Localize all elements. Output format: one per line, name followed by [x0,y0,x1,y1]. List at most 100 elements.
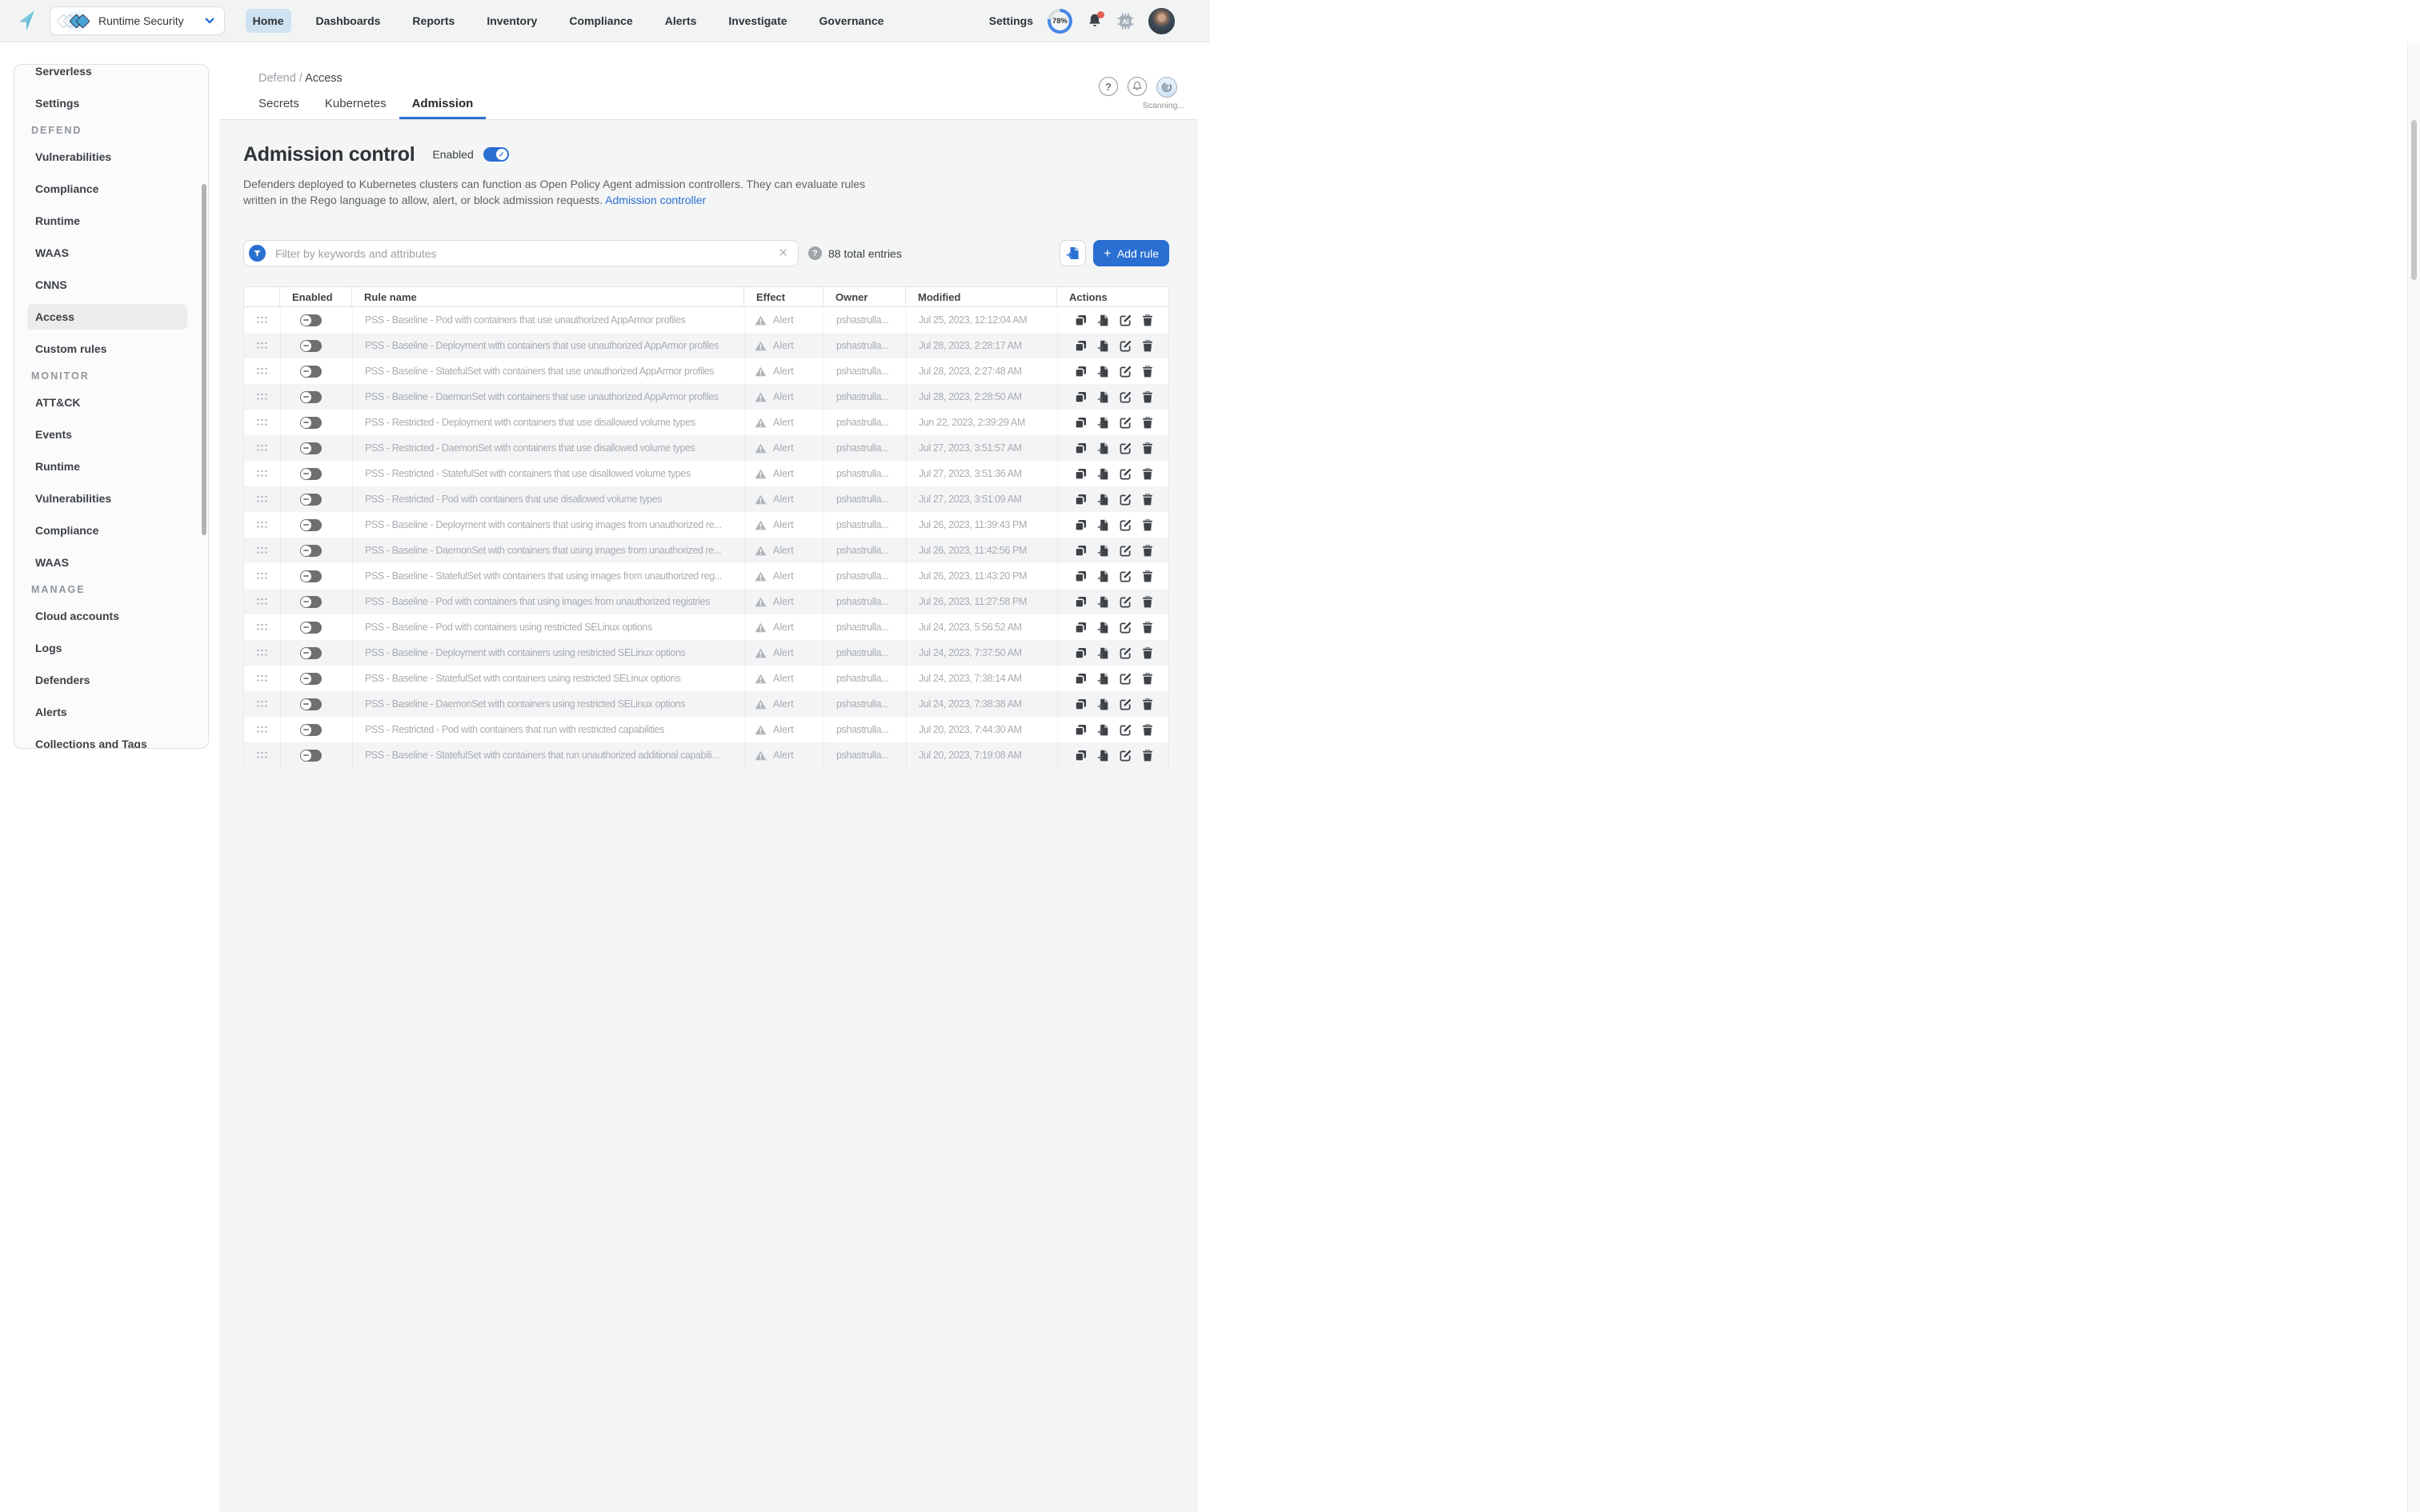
delete-rule-icon[interactable] [1142,519,1153,531]
row-drag-handle[interactable] [244,307,281,333]
sidebar-item-runtime[interactable]: Runtime [14,205,208,237]
delete-rule-icon[interactable] [1142,596,1153,608]
sidebar-item-access[interactable]: Access [14,301,208,333]
rule-enabled-toggle[interactable] [300,622,322,634]
edit-rule-icon[interactable] [1120,647,1132,659]
rule-enabled-toggle[interactable] [300,314,322,326]
delete-rule-icon[interactable] [1142,673,1153,685]
nav-item-inventory[interactable]: Inventory [479,9,544,33]
sidebar-item-settings[interactable]: Settings [14,87,208,119]
nav-item-reports[interactable]: Reports [405,9,462,33]
delete-rule-icon[interactable] [1142,314,1153,326]
sidebar-item-vulnerabilities[interactable]: Vulnerabilities [14,482,208,514]
sidebar-scrollbar[interactable] [202,184,206,535]
sidebar-item-att-ck[interactable]: ATT&CK [14,386,208,418]
export-rule-icon[interactable] [1097,698,1109,710]
export-rule-icon[interactable] [1097,417,1109,429]
delete-rule-icon[interactable] [1142,442,1153,454]
row-drag-handle[interactable] [244,589,281,614]
delete-rule-icon[interactable] [1142,750,1153,762]
rule-enabled-toggle[interactable] [300,417,322,429]
sidebar-item-alerts[interactable]: Alerts [14,696,208,728]
duplicate-rule-icon[interactable] [1075,698,1087,710]
delete-rule-icon[interactable] [1142,622,1153,634]
export-rule-icon[interactable] [1097,596,1109,608]
export-rule-icon[interactable] [1097,494,1109,506]
rule-enabled-toggle[interactable] [300,391,322,403]
export-rule-icon[interactable] [1097,468,1109,480]
row-drag-handle[interactable] [244,384,281,410]
filter-funnel-icon[interactable] [249,245,266,262]
prisma-logo-icon[interactable] [18,10,38,32]
rule-name[interactable]: PSS - Baseline - StatefulSet with contai… [353,563,745,589]
announcements-bell-icon[interactable] [1128,77,1147,96]
settings-link[interactable]: Settings [989,14,1033,27]
sidebar-item-compliance[interactable]: Compliance [14,173,208,205]
edit-rule-icon[interactable] [1120,468,1132,480]
edit-rule-icon[interactable] [1120,340,1132,352]
edit-rule-icon[interactable] [1120,673,1132,685]
duplicate-rule-icon[interactable] [1075,442,1087,454]
row-drag-handle[interactable] [244,640,281,666]
export-rule-icon[interactable] [1097,673,1109,685]
delete-rule-icon[interactable] [1142,340,1153,352]
rule-name[interactable]: PSS - Baseline - Deployment with contain… [353,640,745,666]
rule-enabled-toggle[interactable] [300,494,322,506]
sidebar-item-compliance[interactable]: Compliance [14,514,208,546]
rule-name[interactable]: PSS - Baseline - Deployment with contain… [353,333,745,358]
sidebar-item-logs[interactable]: Logs [14,632,208,664]
edit-rule-icon[interactable] [1120,391,1132,403]
duplicate-rule-icon[interactable] [1075,570,1087,582]
export-rule-icon[interactable] [1097,366,1109,378]
row-drag-handle[interactable] [244,435,281,461]
edit-rule-icon[interactable] [1120,545,1132,557]
sidebar-item-waas[interactable]: WAAS [14,237,208,269]
col-enabled[interactable]: Enabled [280,286,352,307]
duplicate-rule-icon[interactable] [1075,724,1087,736]
delete-rule-icon[interactable] [1142,647,1153,659]
export-rule-icon[interactable] [1097,314,1109,326]
edit-rule-icon[interactable] [1120,698,1132,710]
rule-name[interactable]: PSS - Restricted - DaemonSet with contai… [353,435,745,461]
export-rule-icon[interactable] [1097,545,1109,557]
row-drag-handle[interactable] [244,333,281,358]
row-drag-handle[interactable] [244,742,281,768]
rule-enabled-toggle[interactable] [300,596,322,608]
edit-rule-icon[interactable] [1120,314,1132,326]
filter-input[interactable] [274,246,778,261]
rule-enabled-toggle[interactable] [300,698,322,710]
export-rule-icon[interactable] [1097,391,1109,403]
nav-item-home[interactable]: Home [246,9,291,33]
duplicate-rule-icon[interactable] [1075,340,1087,352]
rule-name[interactable]: PSS - Restricted - Pod with containers t… [353,717,745,742]
rule-enabled-toggle[interactable] [300,340,322,352]
delete-rule-icon[interactable] [1142,570,1153,582]
row-drag-handle[interactable] [244,666,281,691]
delete-rule-icon[interactable] [1142,366,1153,378]
rule-enabled-toggle[interactable] [300,647,322,659]
rule-name[interactable]: PSS - Restricted - Deployment with conta… [353,410,745,435]
tab-kubernetes[interactable]: Kubernetes [312,87,399,119]
delete-rule-icon[interactable] [1142,724,1153,736]
export-rule-icon[interactable] [1097,724,1109,736]
delete-rule-icon[interactable] [1142,494,1153,506]
rule-enabled-toggle[interactable] [300,673,322,685]
delete-rule-icon[interactable] [1142,468,1153,480]
entries-help-icon[interactable]: ? [808,246,822,260]
duplicate-rule-icon[interactable] [1075,622,1087,634]
export-rule-icon[interactable] [1097,442,1109,454]
duplicate-rule-icon[interactable] [1075,647,1087,659]
rule-enabled-toggle[interactable] [300,545,322,557]
edit-rule-icon[interactable] [1120,417,1132,429]
notifications-bell-icon[interactable] [1087,13,1103,29]
row-drag-handle[interactable] [244,486,281,512]
duplicate-rule-icon[interactable] [1075,673,1087,685]
duplicate-rule-icon[interactable] [1075,417,1087,429]
help-icon[interactable]: ? [1099,77,1118,96]
row-drag-handle[interactable] [244,358,281,384]
edit-rule-icon[interactable] [1120,519,1132,531]
nav-item-compliance[interactable]: Compliance [562,9,639,33]
row-drag-handle[interactable] [244,563,281,589]
export-rule-icon[interactable] [1097,570,1109,582]
col-owner[interactable]: Owner [823,286,906,307]
